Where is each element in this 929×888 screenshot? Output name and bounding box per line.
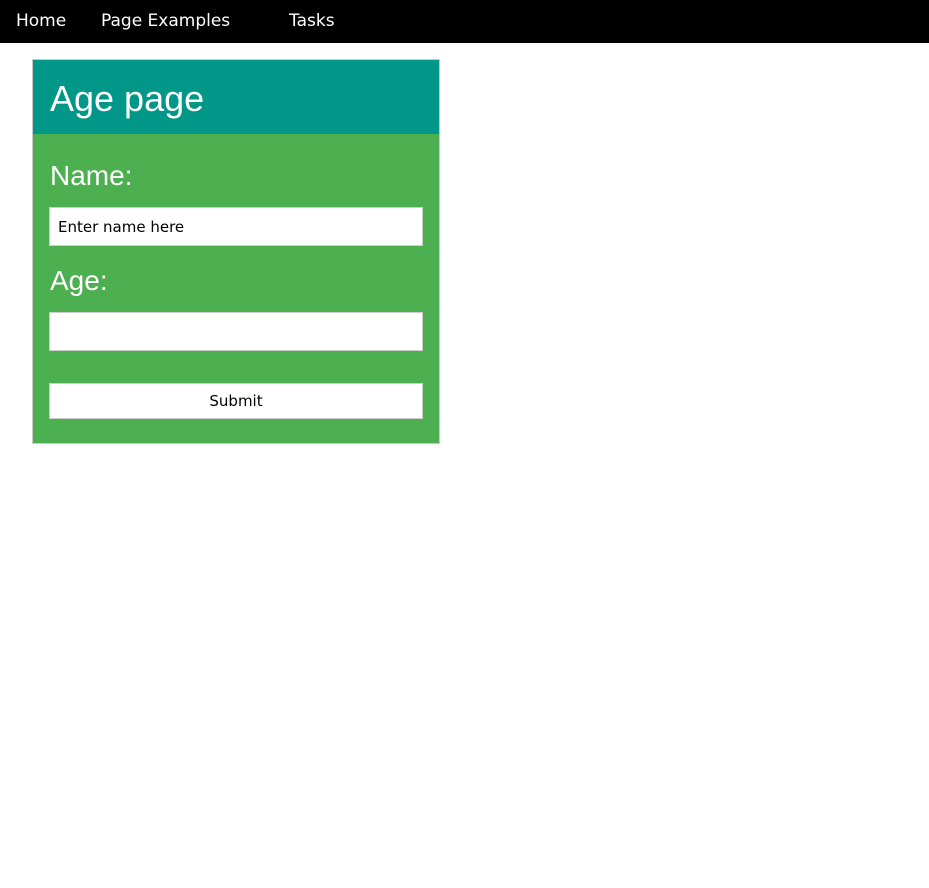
age-form-card: Age page Name: Age: Submit [32, 59, 440, 444]
top-navbar: Home Page Examples Tasks [0, 0, 929, 43]
name-input[interactable] [49, 207, 423, 246]
nav-link-home[interactable]: Home [16, 10, 66, 32]
nav-link-page-examples[interactable]: Page Examples [101, 10, 230, 32]
age-label: Age: [50, 265, 108, 296]
nav-link-tasks[interactable]: Tasks [289, 10, 335, 32]
page-title: Age page [50, 78, 205, 119]
submit-button[interactable]: Submit [49, 383, 423, 419]
name-label: Name: [50, 160, 133, 191]
card-header: Age page [33, 60, 439, 134]
age-input[interactable] [49, 312, 423, 351]
